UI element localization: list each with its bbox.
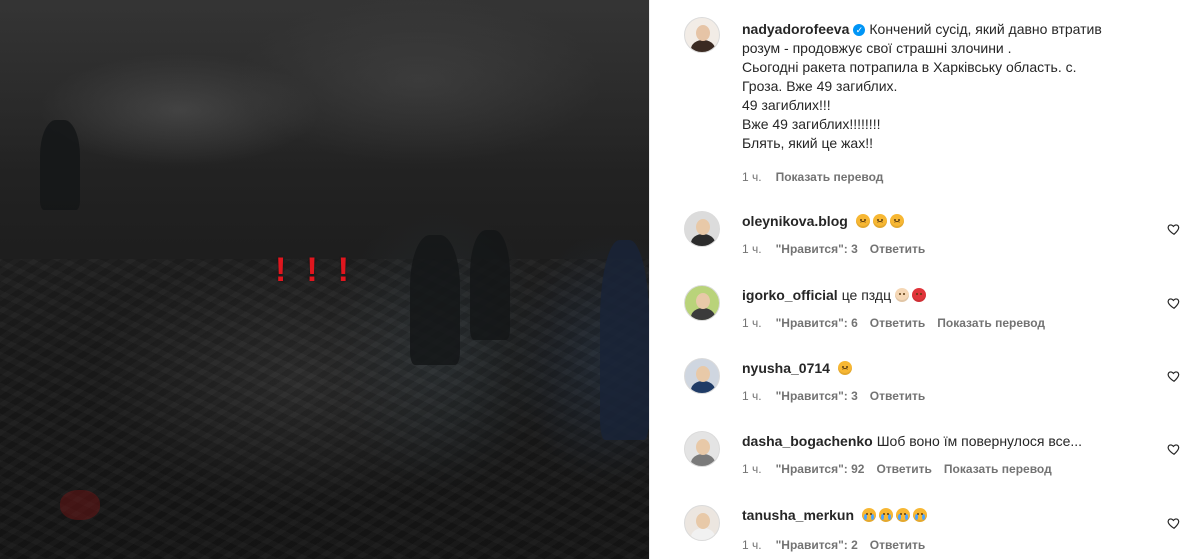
comment-username[interactable]: tanusha_merkun bbox=[742, 507, 854, 523]
comment-meta: 1 ч. "Нравится": 3 Ответить bbox=[742, 389, 925, 403]
comment-likes[interactable]: "Нравится": 3 bbox=[776, 242, 858, 256]
avatar-face bbox=[696, 219, 710, 235]
comment-username[interactable]: igorko_official bbox=[742, 287, 838, 303]
avatar-body bbox=[691, 308, 715, 320]
caption-line: розум - продовжує свої страшні злочини . bbox=[742, 40, 1012, 56]
photo-sky bbox=[0, 0, 649, 170]
comment-avatar[interactable] bbox=[684, 211, 720, 247]
photo-worker-silhouette bbox=[40, 120, 80, 210]
verified-badge-icon: ✓ bbox=[853, 24, 866, 36]
comment-body: це пздц bbox=[841, 287, 892, 303]
comment-item: nyusha_0714 1 ч. "Нравится": 3 Ответить bbox=[684, 358, 1181, 408]
crying-face-icon bbox=[861, 508, 876, 522]
comment-time[interactable]: 1 ч. bbox=[742, 538, 762, 552]
avatar-body bbox=[691, 40, 715, 52]
comment-translate-button[interactable]: Показать перевод bbox=[937, 316, 1045, 330]
comment-meta: 1 ч. "Нравится": 6 Ответить Показать пер… bbox=[742, 316, 1045, 330]
crying-face-icon bbox=[895, 508, 910, 522]
reply-button[interactable]: Ответить bbox=[870, 389, 925, 403]
comments-panel[interactable]: nadyadorofeeva ✓ Кончений сусід, який давн… bbox=[649, 0, 1200, 559]
reply-button[interactable]: Ответить bbox=[876, 462, 931, 476]
comment-avatar[interactable] bbox=[684, 285, 720, 321]
comment-translate-button[interactable]: Показать перевод bbox=[944, 462, 1052, 476]
avatar-face bbox=[696, 293, 710, 309]
caption-time[interactable]: 1 ч. bbox=[742, 170, 762, 184]
comment-likes[interactable]: "Нравится": 3 bbox=[776, 389, 858, 403]
comment-time[interactable]: 1 ч. bbox=[742, 389, 762, 403]
photo-exclamation-overlay: ! ! ! bbox=[275, 253, 349, 287]
photo-firefighter-silhouette bbox=[600, 240, 649, 440]
comment-text: oleynikova.blog bbox=[742, 212, 1157, 231]
avatar-body bbox=[691, 234, 715, 246]
comment-time[interactable]: 1 ч. bbox=[742, 316, 762, 330]
crying-face-icon bbox=[878, 508, 893, 522]
post-caption: nadyadorofeeva ✓ Кончений сусід, який давн… bbox=[684, 17, 1181, 192]
comment-avatar[interactable] bbox=[684, 431, 720, 467]
photo-red-bucket bbox=[60, 490, 100, 520]
avatar-body bbox=[691, 454, 715, 466]
comment-item: tanusha_merkun 1 ч. "Нравится": 2 Ответи… bbox=[684, 505, 1181, 555]
exploding-head-icon bbox=[895, 288, 909, 302]
comment-username[interactable]: dasha_bogachenko bbox=[742, 433, 873, 449]
caption-avatar[interactable] bbox=[684, 17, 720, 53]
exclamation-mark: ! bbox=[337, 251, 349, 289]
reply-button[interactable]: Ответить bbox=[870, 538, 925, 552]
comment-text: igorko_official це пздц bbox=[742, 286, 1157, 305]
post-photo[interactable]: ! ! ! bbox=[0, 0, 649, 559]
comment-likes[interactable]: "Нравится": 2 bbox=[776, 538, 858, 552]
comment-time[interactable]: 1 ч. bbox=[742, 462, 762, 476]
comment-likes[interactable]: "Нравится": 6 bbox=[776, 316, 858, 330]
like-heart-icon[interactable] bbox=[1167, 369, 1181, 383]
caption-line: Гроза. Вже 49 загиблих. bbox=[742, 78, 898, 94]
like-heart-icon[interactable] bbox=[1167, 222, 1181, 236]
comment-text: nyusha_0714 bbox=[742, 359, 1157, 378]
avatar-face bbox=[696, 439, 710, 455]
photo-rescuer-silhouette bbox=[470, 230, 510, 340]
comment-likes[interactable]: "Нравится": 92 bbox=[776, 462, 865, 476]
avatar-face bbox=[696, 513, 710, 529]
caption-line: Блять, який це жах!! bbox=[742, 135, 873, 151]
comment-meta: 1 ч. "Нравится": 3 Ответить bbox=[742, 242, 925, 256]
comment-meta: 1 ч. "Нравится": 2 Ответить bbox=[742, 538, 925, 552]
crying-face-icon bbox=[912, 508, 927, 522]
caption-text: nadyadorofeeva ✓ Кончений сусід, який давн… bbox=[742, 20, 1157, 153]
sad-face-icon bbox=[889, 214, 904, 228]
photo-rubble bbox=[0, 259, 649, 559]
reply-button[interactable]: Ответить bbox=[870, 242, 925, 256]
caption-username[interactable]: nadyadorofeeva bbox=[742, 21, 849, 37]
sad-face-icon bbox=[855, 214, 870, 228]
angry-face-icon bbox=[912, 288, 926, 302]
comment-item: igorko_official це пздц 1 ч. "Нравится": … bbox=[684, 285, 1181, 335]
comment-username[interactable]: oleynikova.blog bbox=[742, 213, 848, 229]
avatar-face bbox=[696, 25, 710, 41]
exclamation-mark: ! bbox=[306, 251, 318, 289]
comment-avatar[interactable] bbox=[684, 505, 720, 541]
caption-translate-button[interactable]: Показать перевод bbox=[776, 170, 884, 184]
avatar-face bbox=[696, 366, 710, 382]
sad-face-icon bbox=[837, 361, 852, 375]
caption-first-line: Кончений сусід, який давно втратив bbox=[869, 21, 1102, 37]
avatar-body bbox=[691, 528, 715, 540]
comment-item: oleynikova.blog 1 ч. "Нравится": 3 Ответ… bbox=[684, 211, 1181, 261]
comment-username[interactable]: nyusha_0714 bbox=[742, 360, 830, 376]
like-heart-icon[interactable] bbox=[1167, 296, 1181, 310]
exclamation-mark: ! bbox=[275, 251, 287, 289]
caption-line: Сьогодні ракета потрапила в Харківську о… bbox=[742, 59, 1077, 75]
caption-line: 49 загиблих!!! bbox=[742, 97, 831, 113]
comment-time[interactable]: 1 ч. bbox=[742, 242, 762, 256]
comment-text: tanusha_merkun bbox=[742, 506, 1157, 525]
photo-person-silhouette bbox=[410, 235, 460, 365]
sad-face-icon bbox=[872, 214, 887, 228]
reply-button[interactable]: Ответить bbox=[870, 316, 925, 330]
comment-avatar[interactable] bbox=[684, 358, 720, 394]
comment-item: dasha_bogachenko Шоб воно їм повернулося … bbox=[684, 431, 1181, 481]
caption-line: Вже 49 загиблих!!!!!!!! bbox=[742, 116, 881, 132]
comment-body: Шоб воно їм повернулося все... bbox=[876, 433, 1083, 449]
comment-meta: 1 ч. "Нравится": 92 Ответить Показать пе… bbox=[742, 462, 1052, 476]
like-heart-icon[interactable] bbox=[1167, 442, 1181, 456]
avatar-body bbox=[691, 381, 715, 393]
comment-text: dasha_bogachenko Шоб воно їм повернулося … bbox=[742, 432, 1157, 451]
like-heart-icon[interactable] bbox=[1167, 516, 1181, 530]
caption-meta: 1 ч. Показать перевод bbox=[742, 170, 883, 184]
